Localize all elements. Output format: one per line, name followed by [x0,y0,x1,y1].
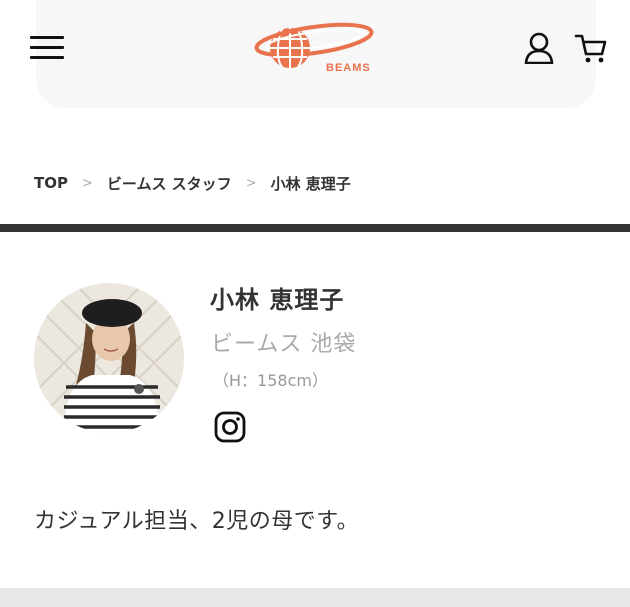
site-header: BEAMS [0,0,630,110]
hamburger-menu-icon[interactable] [30,34,64,62]
instagram-icon[interactable] [214,411,246,443]
staff-height: （H：158cm） [213,371,328,390]
staff-store[interactable]: ビームス 池袋 [211,326,356,358]
staff-avatar [34,283,184,433]
breadcrumb-separator: > [81,175,93,191]
staff-photo [34,283,184,433]
breadcrumb-separator: > [245,175,257,191]
staff-name: 小林 恵理子 [210,286,345,314]
logo-wordmark: BEAMS [326,62,371,74]
cart-icon[interactable] [574,32,608,64]
section-divider [0,224,630,232]
breadcrumb-current: 小林 恵理子 [270,174,351,193]
breadcrumb-staff-link[interactable]: ビームス スタッフ [107,173,232,194]
user-icon[interactable] [524,32,554,65]
staff-bio: カジュアル担当、2児の母です。 [34,509,360,534]
breadcrumb-top-link[interactable]: TOP [34,174,68,192]
beams-logo[interactable]: BEAMS [252,18,382,78]
next-section-band [0,588,630,607]
breadcrumb: TOP > ビームス スタッフ > 小林 恵理子 [34,172,351,194]
